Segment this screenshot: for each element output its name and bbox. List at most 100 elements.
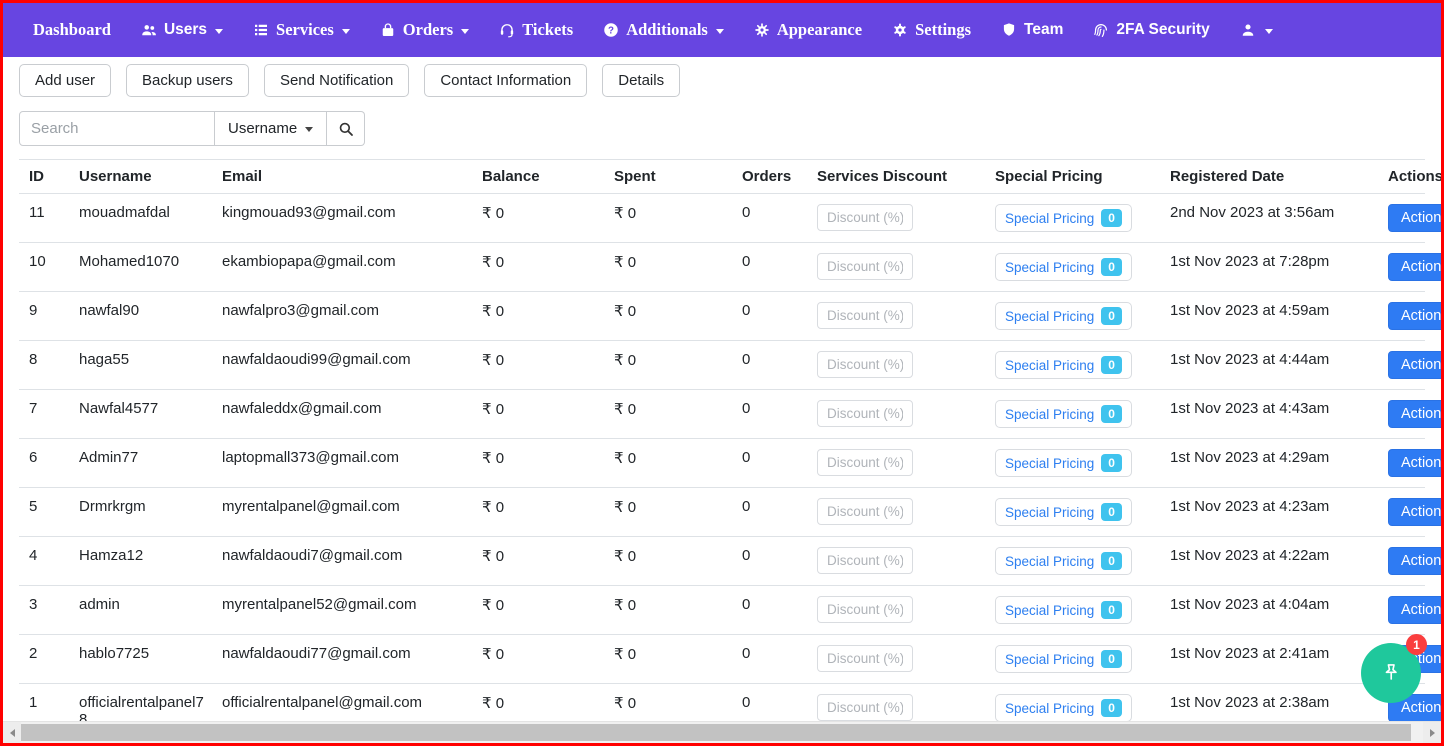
discount-input[interactable] — [817, 596, 913, 623]
discount-input[interactable] — [817, 645, 913, 672]
nav-item-team[interactable]: Team — [1000, 21, 1063, 39]
action-button[interactable]: Action — [1388, 204, 1444, 232]
special-pricing-button[interactable]: Special Pricing 0 — [995, 400, 1132, 428]
discount-input[interactable] — [817, 547, 913, 574]
search-input[interactable] — [19, 111, 215, 146]
col-header-actions: Actions — [1378, 160, 1425, 194]
table-header-row: ID Username Email Balance Spent Orders S… — [19, 160, 1425, 194]
action-button[interactable]: Action — [1388, 498, 1444, 526]
discount-input[interactable] — [817, 498, 913, 525]
nav-label: Orders — [403, 20, 453, 40]
nav-item-dashboard[interactable]: Dashboard — [33, 20, 111, 40]
table-row: 11 mouadmafdal kingmouad93@gmail.com ₹ 0… — [19, 194, 1425, 243]
nav-item-appearance[interactable]: Appearance — [753, 20, 862, 40]
caret-down-icon — [716, 29, 724, 34]
cell-special-pricing: Special Pricing 0 — [985, 194, 1160, 243]
discount-input[interactable] — [817, 204, 913, 231]
caret-down-icon — [215, 29, 223, 34]
special-pricing-button[interactable]: Special Pricing 0 — [995, 645, 1132, 673]
contact-information-button[interactable]: Contact Information — [424, 64, 587, 97]
cell-username: admin — [69, 586, 212, 635]
nav-item-users[interactable]: Users — [140, 21, 223, 39]
discount-input[interactable] — [817, 694, 913, 721]
scrollbar-thumb[interactable] — [21, 724, 1411, 741]
cell-spent: ₹ 0 — [604, 635, 732, 684]
special-pricing-label: Special Pricing — [1005, 603, 1094, 618]
send-notification-button[interactable]: Send Notification — [264, 64, 409, 97]
notification-count-badge: 1 — [1406, 634, 1427, 655]
scroll-right-arrow[interactable] — [1423, 722, 1441, 744]
cell-services-discount — [807, 635, 985, 684]
col-header-orders: Orders — [732, 160, 807, 194]
cell-id: 11 — [19, 194, 69, 243]
discount-input[interactable] — [817, 449, 913, 476]
special-pricing-button[interactable]: Special Pricing 0 — [995, 596, 1132, 624]
count-badge: 0 — [1101, 307, 1122, 325]
special-pricing-button[interactable]: Special Pricing 0 — [995, 204, 1132, 232]
special-pricing-button[interactable]: Special Pricing 0 — [995, 449, 1132, 477]
cell-actions: Action — [1378, 390, 1425, 439]
action-button[interactable]: Action — [1388, 449, 1444, 477]
discount-input[interactable] — [817, 351, 913, 378]
admin-users-page: Dashboard Users Services Orders Tickets … — [0, 0, 1444, 746]
special-pricing-button[interactable]: Special Pricing 0 — [995, 302, 1132, 330]
shield-icon — [1000, 21, 1018, 39]
nav-label: Additionals — [626, 20, 708, 40]
cell-special-pricing: Special Pricing 0 — [985, 537, 1160, 586]
nav-item-additionals[interactable]: ? Additionals — [602, 20, 724, 40]
nav-label: Dashboard — [33, 20, 111, 40]
action-button[interactable]: Action — [1388, 351, 1444, 379]
users-icon — [140, 21, 158, 39]
action-button[interactable]: Action — [1388, 302, 1444, 330]
fingerprint-icon — [1092, 21, 1110, 39]
special-pricing-button[interactable]: Special Pricing 0 — [995, 498, 1132, 526]
add-user-button[interactable]: Add user — [19, 64, 111, 97]
pushpin-icon — [1378, 660, 1404, 686]
count-badge: 0 — [1101, 552, 1122, 570]
cell-actions: Action — [1378, 586, 1425, 635]
action-button[interactable]: Action — [1388, 596, 1444, 624]
cell-services-discount — [807, 586, 985, 635]
special-pricing-button[interactable]: Special Pricing 0 — [995, 694, 1132, 722]
nav-item-services[interactable]: Services — [252, 20, 350, 40]
cell-username: Admin77 — [69, 439, 212, 488]
col-header-special-pricing: Special Pricing — [985, 160, 1160, 194]
discount-input[interactable] — [817, 302, 913, 329]
nav-item-account[interactable] — [1239, 21, 1273, 39]
discount-input[interactable] — [817, 400, 913, 427]
nav-item-tickets[interactable]: Tickets — [498, 20, 573, 40]
cell-special-pricing: Special Pricing 0 — [985, 292, 1160, 341]
count-badge: 0 — [1101, 356, 1122, 374]
action-button[interactable]: Action — [1388, 400, 1444, 428]
nav-item-2fa-security[interactable]: 2FA Security — [1092, 21, 1209, 39]
cell-services-discount — [807, 194, 985, 243]
cell-registered-date: 1st Nov 2023 at 4:59am — [1160, 292, 1378, 341]
table-row: 7 Nawfal4577 nawfaleddx@gmail.com ₹ 0 ₹ … — [19, 390, 1425, 439]
cell-special-pricing: Special Pricing 0 — [985, 635, 1160, 684]
search-icon — [337, 120, 355, 138]
discount-input[interactable] — [817, 253, 913, 280]
special-pricing-button[interactable]: Special Pricing 0 — [995, 351, 1132, 379]
nav-item-orders[interactable]: Orders — [379, 20, 469, 40]
action-button[interactable]: Action — [1388, 547, 1444, 575]
special-pricing-label: Special Pricing — [1005, 358, 1094, 373]
special-pricing-label: Special Pricing — [1005, 260, 1094, 275]
cell-actions: Action — [1378, 439, 1425, 488]
cell-id: 6 — [19, 439, 69, 488]
cell-balance: ₹ 0 — [472, 194, 604, 243]
count-badge: 0 — [1101, 405, 1122, 423]
scroll-left-arrow[interactable] — [3, 722, 21, 744]
cell-special-pricing: Special Pricing 0 — [985, 243, 1160, 292]
cell-email: nawfaleddx@gmail.com — [212, 390, 472, 439]
action-button[interactable]: Action — [1388, 253, 1444, 281]
search-filter-select[interactable]: Username — [215, 111, 327, 146]
nav-item-settings[interactable]: Settings — [891, 20, 971, 40]
cell-id: 3 — [19, 586, 69, 635]
cell-actions: Action — [1378, 243, 1425, 292]
details-button[interactable]: Details — [602, 64, 680, 97]
special-pricing-button[interactable]: Special Pricing 0 — [995, 253, 1132, 281]
backup-users-button[interactable]: Backup users — [126, 64, 249, 97]
special-pricing-button[interactable]: Special Pricing 0 — [995, 547, 1132, 575]
search-button[interactable] — [327, 111, 365, 146]
cell-orders: 0 — [732, 635, 807, 684]
